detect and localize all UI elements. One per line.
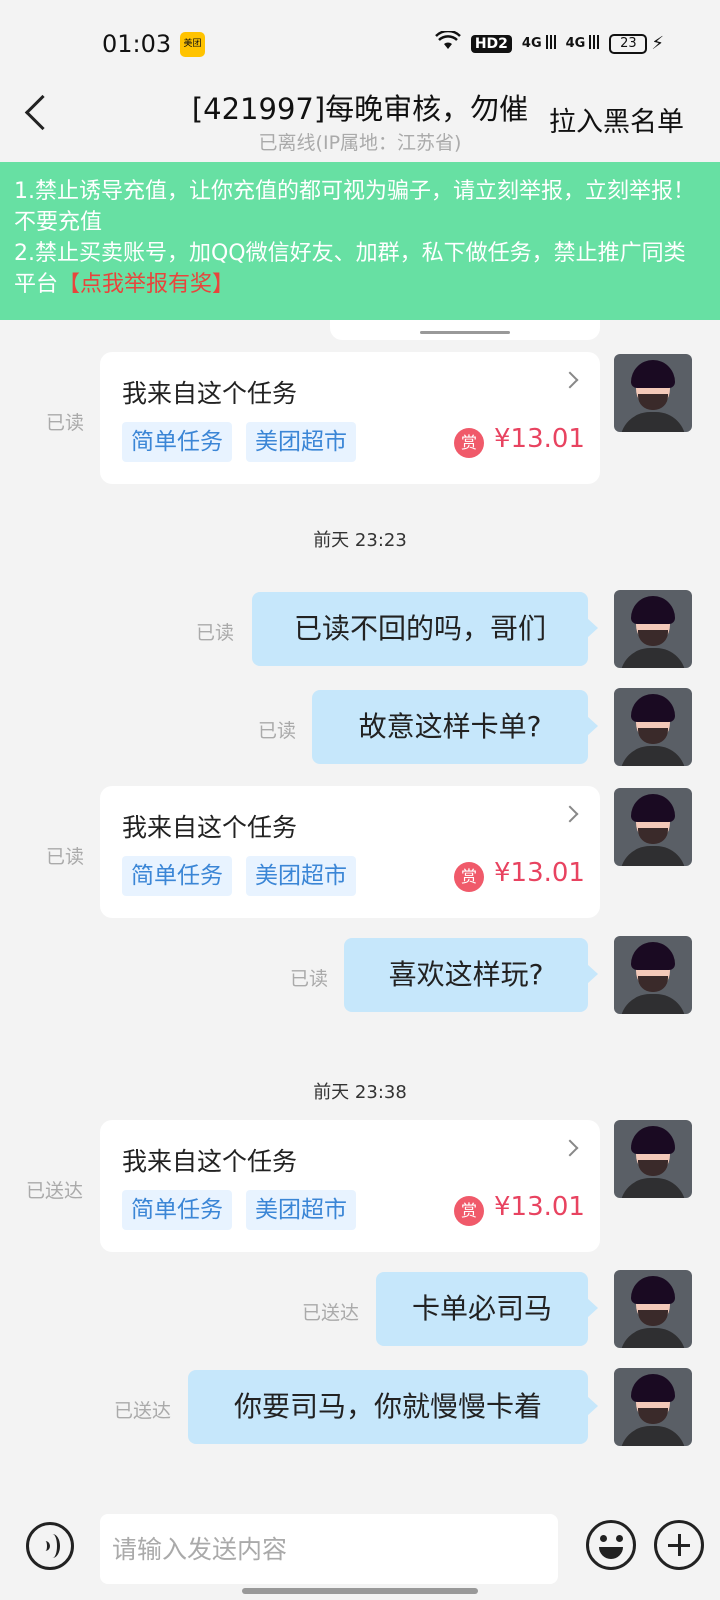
task-card-title: 我来自这个任务 xyxy=(122,1147,298,1176)
task-tag-type: 简单任务 xyxy=(122,856,232,896)
plus-icon[interactable] xyxy=(654,1520,704,1570)
warning-line-2: 2.禁止买卖账号，加QQ微信好友、加群，私下做任务，禁止推广同类平台【点我举报有… xyxy=(14,238,706,300)
signal-icon-2: 4G xyxy=(566,35,600,51)
avatar[interactable] xyxy=(614,590,692,668)
warning-line-1: 1.禁止诱导充值，让你充值的都可视为骗子，请立刻举报，立刻举报！不要充值 xyxy=(14,179,695,235)
read-status: 已读 xyxy=(258,720,297,742)
task-tag-store: 美团超市 xyxy=(246,1190,356,1230)
task-price: ¥13.01 xyxy=(494,858,585,888)
chevron-right-icon xyxy=(561,805,579,823)
message-input[interactable] xyxy=(100,1514,558,1584)
signal-icon-1: 4G xyxy=(522,35,556,51)
task-price: ¥13.01 xyxy=(494,424,585,454)
task-tag-type: 简单任务 xyxy=(122,422,232,462)
message-bubble[interactable]: 喜欢这样玩? xyxy=(344,938,598,1012)
reward-icon: 赏 xyxy=(454,428,484,458)
read-status: 已读 xyxy=(46,412,85,434)
input-bar xyxy=(0,1500,720,1600)
timestamp: 前天 23:23 xyxy=(313,530,407,551)
emoji-icon[interactable] xyxy=(586,1520,636,1570)
blacklist-button[interactable]: 拉入黑名单 xyxy=(549,100,684,139)
read-status: 已读 xyxy=(290,968,329,990)
hd-voice-icon: HD2 xyxy=(470,34,512,53)
timestamp: 前天 23:38 xyxy=(313,1082,407,1103)
reward-icon: 赏 xyxy=(454,1196,484,1226)
avatar[interactable] xyxy=(614,1270,692,1348)
read-status: 已读 xyxy=(46,846,85,868)
wifi-icon xyxy=(434,29,461,56)
status-bar: 01:03 美团 HD2 4G 4G 23 ⚡ xyxy=(0,0,720,90)
status-time: 01:03 xyxy=(102,30,172,58)
task-price: ¥13.01 xyxy=(494,1192,585,1222)
delivery-status: 已送达 xyxy=(26,1180,84,1202)
message-bubble[interactable]: 已读不回的吗，哥们 xyxy=(252,592,598,666)
status-indicators: HD2 4G 4G 23 ⚡ xyxy=(434,29,664,56)
delivery-status: 已送达 xyxy=(302,1302,360,1324)
warning-banner: 1.禁止诱导充值，让你充值的都可视为骗子，请立刻举报，立刻举报！不要充值 2.禁… xyxy=(0,162,720,320)
avatar[interactable] xyxy=(614,354,692,432)
task-card[interactable]: 我来自这个任务 简单任务 美团超市 赏 ¥13.01 xyxy=(100,1120,600,1252)
battery-icon: 23 xyxy=(609,33,648,54)
avatar[interactable] xyxy=(614,688,692,766)
avatar[interactable] xyxy=(614,1120,692,1198)
task-tag-store: 美团超市 xyxy=(246,856,356,896)
meituan-app-icon: 美团 xyxy=(180,32,205,57)
task-card-title: 我来自这个任务 xyxy=(122,813,298,842)
voice-icon[interactable] xyxy=(26,1522,74,1570)
delivery-status: 已送达 xyxy=(114,1400,172,1422)
avatar[interactable] xyxy=(614,1368,692,1446)
home-indicator[interactable] xyxy=(242,1588,478,1594)
task-card[interactable]: 我来自这个任务 简单任务 美团超市 赏 ¥13.01 xyxy=(100,352,600,484)
report-link[interactable]: 【点我举报有奖】 xyxy=(58,272,234,297)
chat-header: [421997]每晚审核，勿催 已离线(IP属地：江苏省) 拉入黑名单 xyxy=(0,78,720,162)
task-tag-store: 美团超市 xyxy=(246,422,356,462)
chevron-right-icon xyxy=(561,371,579,389)
message-bubble[interactable]: 卡单必司马 xyxy=(376,1272,598,1346)
avatar[interactable] xyxy=(614,936,692,1014)
task-tag-type: 简单任务 xyxy=(122,1190,232,1230)
read-status: 已读 xyxy=(196,622,235,644)
message-bubble[interactable]: 故意这样卡单? xyxy=(312,690,598,764)
message-bubble[interactable]: 你要司马，你就慢慢卡着 xyxy=(188,1370,598,1444)
chevron-right-icon xyxy=(561,1139,579,1157)
avatar[interactable] xyxy=(614,788,692,866)
task-card[interactable]: 我来自这个任务 简单任务 美团超市 赏 ¥13.01 xyxy=(100,786,600,918)
charging-icon: ⚡ xyxy=(651,33,664,54)
task-card-title: 我来自这个任务 xyxy=(122,379,298,408)
reward-icon: 赏 xyxy=(454,862,484,892)
